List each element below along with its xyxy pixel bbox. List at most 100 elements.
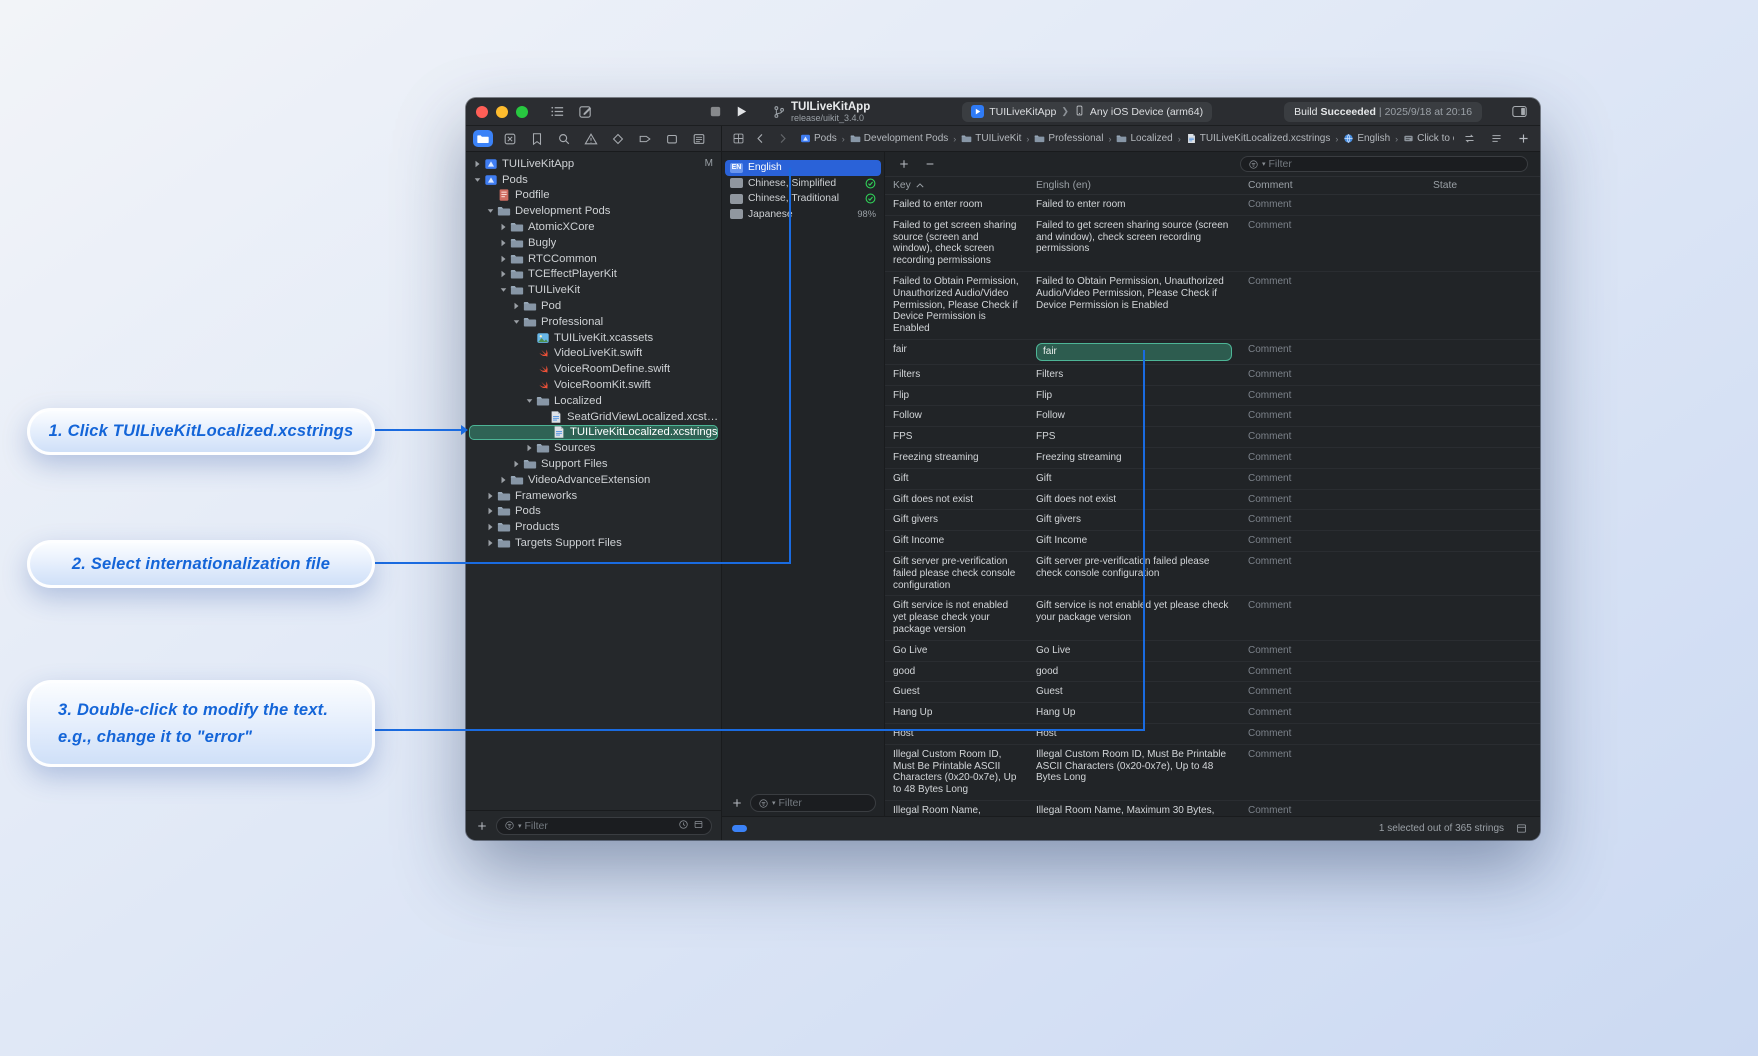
column-header-english[interactable]: English (en) — [1028, 177, 1240, 194]
forward-icon[interactable] — [774, 131, 790, 147]
string-comment[interactable]: Comment — [1240, 745, 1425, 800]
string-value[interactable]: Gift givers — [1028, 510, 1240, 530]
run-button[interactable] — [732, 104, 750, 120]
string-row[interactable]: Failed to enter roomFailed to enter room… — [885, 195, 1540, 216]
string-comment[interactable]: Comment — [1240, 662, 1425, 682]
file-tree-item[interactable]: SeatGridViewLocalized.xcstrings — [466, 409, 721, 425]
string-row[interactable]: Failed to get screen sharing source (scr… — [885, 216, 1540, 272]
chevron-right-icon[interactable] — [485, 539, 496, 547]
add-language-button[interactable] — [730, 796, 744, 810]
file-tree-item[interactable]: Professional — [466, 314, 721, 330]
string-comment[interactable]: Comment — [1240, 365, 1425, 385]
string-comment[interactable]: Comment — [1240, 448, 1425, 468]
language-filter-field[interactable]: ▾ — [750, 794, 876, 812]
string-value[interactable]: Filters — [1028, 365, 1240, 385]
string-value[interactable]: fair — [1028, 340, 1240, 364]
debug-navigator-icon[interactable] — [635, 130, 655, 147]
string-row[interactable]: FiltersFiltersComment — [885, 365, 1540, 386]
string-row[interactable]: FlipFlipComment — [885, 386, 1540, 407]
chevron-right-icon[interactable] — [498, 239, 509, 247]
string-value[interactable]: Failed to enter room — [1028, 195, 1240, 215]
file-tree-item[interactable]: TCEffectPlayerKit — [466, 267, 721, 283]
breadcrumb-item[interactable]: English — [1343, 133, 1390, 144]
string-value[interactable]: Illegal Room Name, Maximum 30 Bytes, Mus… — [1028, 801, 1240, 816]
string-comment[interactable]: Comment — [1240, 490, 1425, 510]
back-icon[interactable] — [752, 131, 768, 147]
string-value[interactable]: Freezing streaming — [1028, 448, 1240, 468]
file-tree-item[interactable]: Localized — [466, 393, 721, 409]
strings-filter-input[interactable] — [1269, 158, 1520, 170]
string-row[interactable]: Illegal Room Name, Maximum 30 Bytes, Mus… — [885, 801, 1540, 816]
language-item[interactable]: Chinese, Simplified — [725, 176, 881, 192]
string-comment[interactable]: Comment — [1240, 531, 1425, 551]
string-row[interactable]: Freezing streamingFreezing streamingComm… — [885, 448, 1540, 469]
string-row[interactable]: Go LiveGo LiveComment — [885, 641, 1540, 662]
navigator-filter-input[interactable] — [525, 820, 675, 832]
find-navigator-icon[interactable] — [554, 130, 574, 147]
string-value[interactable]: Gift Income — [1028, 531, 1240, 551]
chevron-right-icon[interactable] — [485, 507, 496, 515]
build-status-badge[interactable]: Build Succeeded | 2025/9/18 at 20:16 — [1284, 102, 1482, 122]
issues-navigator-icon[interactable] — [581, 130, 601, 147]
chevron-down-icon[interactable] — [498, 286, 509, 294]
string-row[interactable]: fairfairComment — [885, 340, 1540, 365]
stop-button[interactable] — [706, 104, 724, 120]
compose-icon[interactable] — [576, 104, 594, 120]
string-value[interactable]: Gift does not exist — [1028, 490, 1240, 510]
string-value[interactable]: Gift server pre-verification failed plea… — [1028, 552, 1240, 595]
chevron-down-icon[interactable] — [511, 318, 522, 326]
scheme-selector[interactable]: TUILiveKitApp ❯ Any iOS Device (arm64) — [962, 102, 1212, 122]
bookmarks-navigator-icon[interactable] — [527, 130, 547, 147]
string-value[interactable]: Gift — [1028, 469, 1240, 489]
chevron-right-icon[interactable] — [472, 160, 483, 168]
string-comment[interactable]: Comment — [1240, 596, 1425, 639]
list-icon[interactable] — [548, 104, 566, 120]
string-comment[interactable]: Comment — [1240, 703, 1425, 723]
string-value[interactable]: Hang Up — [1028, 703, 1240, 723]
file-tree-item[interactable]: Support Files — [466, 456, 721, 472]
string-comment[interactable]: Comment — [1240, 406, 1425, 426]
string-value[interactable]: Illegal Custom Room ID, Must Be Printabl… — [1028, 745, 1240, 800]
chevron-right-icon[interactable] — [524, 444, 535, 452]
string-comment[interactable]: Comment — [1240, 427, 1425, 447]
file-tree-item[interactable]: TUILiveKitLocalized.xcstrings — [469, 425, 718, 441]
tests-navigator-icon[interactable] — [608, 130, 628, 147]
project-navigator-icon[interactable] — [473, 130, 493, 147]
file-tree-item[interactable]: Targets Support Files — [466, 535, 721, 551]
string-row[interactable]: Failed to Obtain Permission, Unauthorize… — [885, 272, 1540, 340]
chevron-right-icon[interactable] — [511, 460, 522, 468]
string-comment[interactable]: Comment — [1240, 272, 1425, 339]
string-row[interactable]: FPSFPSComment — [885, 427, 1540, 448]
close-window-button[interactable] — [476, 106, 488, 118]
string-value[interactable]: Follow — [1028, 406, 1240, 426]
chevron-right-icon[interactable] — [498, 223, 509, 231]
file-tree-item[interactable]: VoiceRoomKit.swift — [466, 377, 721, 393]
file-tree-item[interactable]: Sources — [466, 440, 721, 456]
file-tree-item[interactable]: RTCCommon — [466, 251, 721, 267]
string-row[interactable]: GiftGiftComment — [885, 469, 1540, 490]
string-row[interactable]: Gift giversGift giversComment — [885, 510, 1540, 531]
string-value[interactable]: Guest — [1028, 682, 1240, 702]
language-filter-input[interactable] — [779, 797, 868, 809]
language-item[interactable]: Chinese, Traditional — [725, 191, 881, 207]
string-row[interactable]: Gift IncomeGift IncomeComment — [885, 531, 1540, 552]
file-tree-item[interactable]: Pod — [466, 298, 721, 314]
string-row[interactable]: Hang UpHang UpComment — [885, 703, 1540, 724]
string-row[interactable]: Gift server pre-verification failed plea… — [885, 552, 1540, 596]
chevron-right-icon[interactable] — [498, 476, 509, 484]
string-comment[interactable]: Comment — [1240, 469, 1425, 489]
chevron-right-icon[interactable] — [498, 270, 509, 278]
string-value[interactable]: Failed to get screen sharing source (scr… — [1028, 216, 1240, 271]
add-file-button[interactable] — [475, 819, 489, 833]
string-value[interactable]: Flip — [1028, 386, 1240, 406]
editor-grid-icon[interactable] — [730, 131, 746, 147]
string-row[interactable]: HostHostComment — [885, 724, 1540, 745]
file-tree-item[interactable]: TUILiveKit.xcassets — [466, 330, 721, 346]
zoom-window-button[interactable] — [516, 106, 528, 118]
source-control-filter-icon[interactable] — [693, 819, 704, 833]
language-item[interactable]: ENEnglish — [725, 160, 881, 176]
string-comment[interactable]: Comment — [1240, 801, 1425, 816]
column-header-comment[interactable]: Comment — [1240, 177, 1425, 194]
string-comment[interactable]: Comment — [1240, 641, 1425, 661]
file-tree-item[interactable]: TUILiveKitAppM — [466, 156, 721, 172]
